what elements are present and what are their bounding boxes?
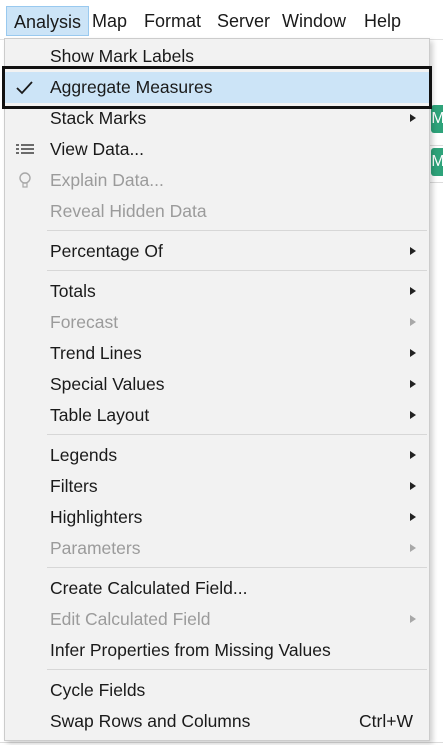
menu-item-label: Filters (50, 476, 98, 496)
menu-item-percentage-of[interactable]: Percentage Of (5, 236, 429, 267)
menu-item-label: Percentage Of (50, 241, 163, 261)
menu-item-label: Edit Calculated Field (50, 609, 211, 629)
menu-item-label: Trend Lines (50, 343, 142, 363)
menu-item-legends[interactable]: Legends (5, 440, 429, 471)
menu-item-label: Infer Properties from Missing Values (50, 640, 331, 660)
menu-item-special-values[interactable]: Special Values (5, 369, 429, 400)
menu-item-edit-calculated-field[interactable]: Edit Calculated Field (5, 604, 429, 635)
menu-item-label: Reveal Hidden Data (50, 201, 207, 221)
submenu-arrow-icon (410, 318, 416, 326)
submenu-arrow-icon (410, 513, 416, 521)
menu-item-totals[interactable]: Totals (5, 276, 429, 307)
menubar-format[interactable]: Format (144, 6, 201, 36)
submenu-arrow-icon (410, 544, 416, 552)
background-divider (430, 182, 443, 183)
table-icon (14, 134, 36, 165)
app-window: M M Analysis Map Format Server Window He… (0, 0, 443, 745)
menu-separator (47, 567, 427, 568)
menubar-window[interactable]: Window (282, 6, 346, 36)
menubar-help[interactable]: Help (364, 6, 401, 36)
menu-item-label: View Data... (50, 139, 145, 159)
menu-item-label: Parameters (50, 538, 141, 558)
menu-item-reveal-hidden-data[interactable]: Reveal Hidden Data (5, 196, 429, 227)
submenu-arrow-icon (410, 615, 416, 623)
submenu-arrow-icon (410, 380, 416, 388)
menu-separator (47, 270, 427, 271)
menu-item-swap-rows-and-columns[interactable]: Swap Rows and Columns Ctrl+W (5, 706, 429, 737)
menu-item-label: Swap Rows and Columns (50, 711, 251, 731)
menu-item-label: Forecast (50, 312, 119, 332)
menu-item-label: Create Calculated Field... (50, 578, 248, 598)
submenu-arrow-icon (410, 287, 416, 295)
menu-item-label: Highlighters (50, 507, 143, 527)
menu-item-explain-data[interactable]: Explain Data... (5, 165, 429, 196)
submenu-arrow-icon (410, 247, 416, 255)
menu-item-trend-lines[interactable]: Trend Lines (5, 338, 429, 369)
menu-item-create-calculated-field[interactable]: Create Calculated Field... (5, 573, 429, 604)
lightbulb-icon (14, 165, 36, 196)
background-divider (430, 145, 443, 146)
menu-item-label: Legends (50, 445, 118, 465)
menu-item-cycle-fields[interactable]: Cycle Fields (5, 675, 429, 706)
submenu-arrow-icon (410, 451, 416, 459)
highlight-box (2, 66, 432, 109)
background-divider (0, 742, 443, 743)
submenu-arrow-icon (410, 114, 416, 122)
menu-item-infer-properties[interactable]: Infer Properties from Missing Values (5, 635, 429, 666)
analysis-menu: Show Mark Labels Aggregate Measures Stac… (4, 38, 430, 741)
background-measure-pill: M (431, 148, 443, 176)
menu-item-table-layout[interactable]: Table Layout (5, 400, 429, 431)
menu-separator (47, 230, 427, 231)
menu-item-label: Special Values (50, 374, 165, 394)
menubar-map[interactable]: Map (92, 6, 127, 36)
menu-item-forecast[interactable]: Forecast (5, 307, 429, 338)
menubar-analysis[interactable]: Analysis (6, 6, 90, 36)
menu-item-highlighters[interactable]: Highlighters (5, 502, 429, 533)
menu-separator (47, 669, 427, 670)
menu-item-label: Explain Data... (50, 170, 164, 190)
menu-separator (47, 434, 427, 435)
menu-item-label: Cycle Fields (50, 680, 146, 700)
submenu-arrow-icon (410, 349, 416, 357)
menu-item-parameters[interactable]: Parameters (5, 533, 429, 564)
background-measure-pill: M (431, 105, 443, 133)
menu-item-label: Totals (50, 281, 96, 301)
menu-item-filters[interactable]: Filters (5, 471, 429, 502)
menu-item-view-data[interactable]: View Data... (5, 134, 429, 165)
submenu-arrow-icon (410, 411, 416, 419)
menu-item-label: Table Layout (50, 405, 150, 425)
submenu-arrow-icon (410, 482, 416, 490)
menubar-server[interactable]: Server (217, 6, 270, 36)
shortcut-label: Ctrl+W (359, 711, 413, 731)
menu-bar: Analysis Map Format Server Window Help (0, 0, 443, 40)
